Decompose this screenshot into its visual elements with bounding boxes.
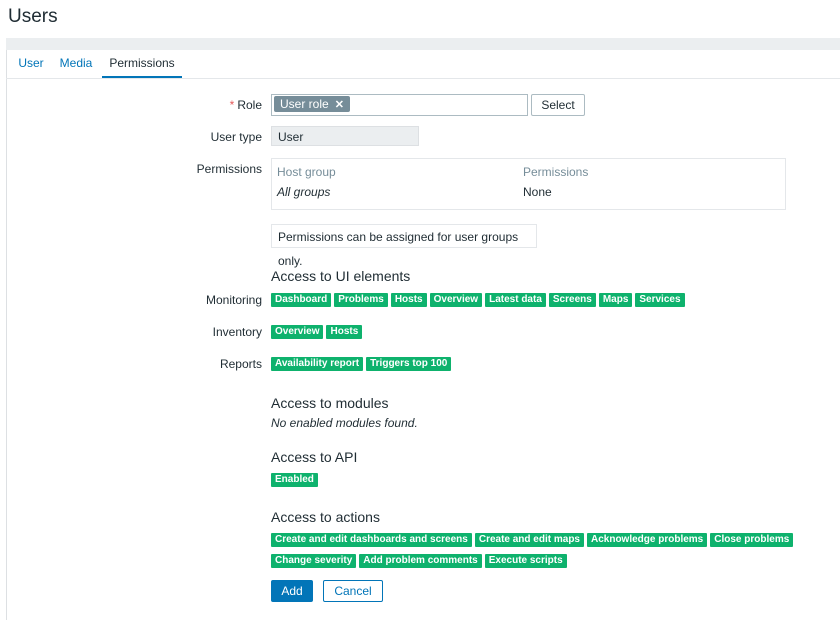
badge: Change severity (271, 554, 357, 568)
actions-badges-row-2: Change severity Add problem comments Exe… (271, 554, 570, 568)
badge: Hosts (326, 325, 363, 339)
cancel-button[interactable]: Cancel (323, 580, 383, 602)
badge: Availability report (271, 357, 364, 371)
badge: Overview (429, 293, 483, 307)
permissions-table: Host group Permissions All groups None (271, 158, 786, 210)
badge: Hosts (390, 293, 427, 307)
permissions-label: Permissions (196, 162, 262, 176)
section-title-ui-elements: Access to UI elements (271, 268, 411, 284)
tab-media[interactable]: Media (58, 50, 94, 77)
api-status-badge: Enabled (271, 473, 318, 487)
permissions-note: Permissions can be assigned for user gro… (271, 224, 537, 268)
role-label: * Role (112, 98, 262, 112)
badge: Create and edit dashboards and screens (271, 533, 472, 547)
role-label-text: Role (237, 98, 262, 112)
badge: Close problems (710, 533, 794, 547)
section-title-actions: Access to actions (271, 509, 380, 525)
modules-empty-text: No enabled modules found. (271, 416, 418, 430)
badge: Latest data (485, 293, 546, 307)
badge: Problems (334, 293, 388, 307)
required-marker: * (229, 98, 235, 112)
header-band (6, 38, 840, 50)
table-cell-host-group: All groups (277, 185, 331, 199)
page-title: Users (8, 6, 58, 27)
api-badges: Enabled (271, 473, 321, 487)
user-type-field: User (271, 126, 419, 146)
column-header-host-group: Host group (277, 165, 336, 179)
table-cell-permission: None (523, 185, 552, 199)
badge: Execute scripts (484, 554, 567, 568)
badge: Maps (598, 293, 633, 307)
section-title-modules: Access to modules (271, 395, 389, 411)
remove-icon[interactable]: ✕ (335, 99, 344, 111)
monitoring-badges: Dashboard Problems Hosts Overview Latest… (271, 293, 688, 307)
actions-badges-row-1: Create and edit dashboards and screens C… (271, 533, 796, 547)
badge: Dashboard (271, 293, 332, 307)
badge: Triggers top 100 (366, 357, 452, 371)
add-button[interactable]: Add (271, 580, 313, 602)
reports-badges: Availability report Triggers top 100 (271, 357, 454, 371)
section-title-api: Access to API (271, 449, 358, 465)
tab-bar: User Media Permissions (6, 50, 840, 79)
tab-permissions[interactable]: Permissions (102, 50, 182, 78)
badge: Screens (548, 293, 596, 307)
reports-label: Reports (219, 357, 262, 371)
badge: Overview (271, 325, 324, 339)
monitoring-label: Monitoring (205, 293, 262, 307)
badge: Create and edit maps (474, 533, 584, 547)
role-chip: User role ✕ (274, 96, 350, 112)
user-type-label: User type (210, 130, 262, 144)
inventory-label: Inventory (212, 325, 262, 339)
tab-user[interactable]: User (16, 50, 46, 77)
badge: Add problem comments (359, 554, 482, 568)
inventory-badges: Overview Hosts (271, 325, 365, 339)
role-chip-label: User role (280, 97, 329, 111)
badge: Acknowledge problems (587, 533, 708, 547)
column-header-permissions: Permissions (523, 165, 589, 179)
role-select-button[interactable]: Select (531, 94, 585, 116)
badge: Services (635, 293, 685, 307)
